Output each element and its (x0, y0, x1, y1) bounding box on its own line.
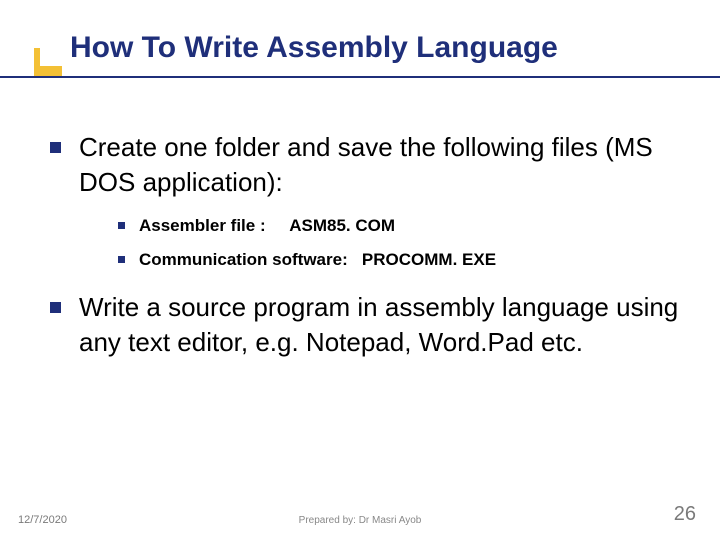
bullet-level2: Assembler file : ASM85. COM (118, 214, 680, 238)
sub-bullet-text: Communication software: PROCOMM. EXE (139, 248, 496, 272)
bullet-level1: Write a source program in assembly langu… (50, 290, 680, 360)
sub-bullet-text: Assembler file : ASM85. COM (139, 214, 395, 238)
bullet-level1: Create one folder and save the following… (50, 130, 680, 200)
title-underline (0, 76, 720, 78)
slide-title: How To Write Assembly Language (40, 30, 562, 66)
square-bullet-icon (50, 302, 61, 313)
bullet-text: Write a source program in assembly langu… (79, 290, 680, 360)
square-bullet-icon (118, 256, 125, 263)
footer-prepared-by: Prepared by: Dr Masri Ayob (0, 515, 720, 526)
square-bullet-icon (118, 222, 125, 229)
bullet-text: Create one folder and save the following… (79, 130, 680, 200)
slide: How To Write Assembly Language Create on… (0, 0, 720, 540)
sub-bullets: Assembler file : ASM85. COM Communicatio… (118, 214, 680, 272)
content-area: Create one folder and save the following… (40, 130, 680, 360)
bullet-level2: Communication software: PROCOMM. EXE (118, 248, 680, 272)
footer: 12/7/2020 Prepared by: Dr Masri Ayob 26 (0, 503, 720, 526)
square-bullet-icon (50, 142, 61, 153)
title-area: How To Write Assembly Language (40, 30, 680, 66)
